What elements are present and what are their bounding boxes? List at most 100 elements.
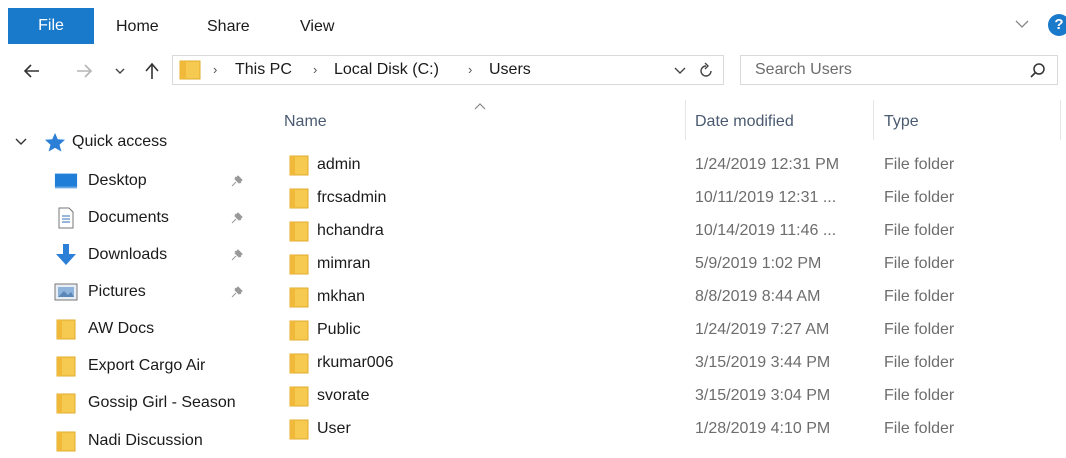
file-name[interactable]: User (317, 412, 351, 445)
file-row[interactable]: hchandra 10/14/2019 11:46 ... File folde… (270, 214, 1066, 247)
file-name[interactable]: mkhan (317, 280, 365, 313)
file-row[interactable]: rkumar006 3/15/2019 3:44 PM File folder (270, 346, 1066, 379)
expand-ribbon-chevron-icon[interactable] (1012, 14, 1032, 34)
help-icon[interactable]: ? (1048, 14, 1066, 36)
file-row[interactable]: mkhan 8/8/2019 8:44 AM File folder (270, 280, 1066, 313)
file-date: 3/15/2019 3:04 PM (695, 387, 831, 404)
column-header-date-modified[interactable]: Date modified (695, 110, 794, 134)
up-arrow-icon[interactable] (140, 59, 164, 83)
breadcrumb-separator-icon[interactable]: › (468, 56, 472, 84)
file-name[interactable]: mimran (317, 247, 370, 280)
column-divider[interactable] (685, 100, 686, 140)
address-dropdown-chevron-icon[interactable] (672, 63, 688, 79)
file-type: File folder (884, 420, 955, 437)
file-date: 8/8/2019 8:44 AM (695, 288, 821, 305)
folder-icon (288, 385, 310, 407)
folder-icon (54, 318, 78, 340)
sidebar-item-desktop[interactable]: Desktop (54, 166, 254, 196)
file-name[interactable]: frcsadmin (317, 181, 386, 214)
tab-share[interactable]: Share (207, 10, 250, 44)
column-header-name[interactable]: Name (284, 110, 327, 134)
file-name[interactable]: svorate (317, 379, 369, 412)
quick-access-label: Quick access (72, 133, 168, 150)
documents-icon (54, 207, 78, 229)
sidebar-item-gossip-girl[interactable]: Gossip Girl - Season (54, 388, 254, 418)
desktop-icon (54, 170, 78, 192)
search-input[interactable]: Search Users (755, 56, 852, 84)
recent-locations-chevron-icon[interactable] (108, 59, 132, 83)
file-type: File folder (884, 288, 955, 305)
folder-icon (288, 220, 310, 242)
file-date: 1/28/2019 4:10 PM (695, 420, 831, 437)
sidebar-item-aw-docs[interactable]: AW Docs (54, 314, 254, 344)
file-date: 1/24/2019 12:31 PM (695, 156, 840, 173)
file-name[interactable]: Public (317, 313, 361, 346)
quick-access-header[interactable]: Quick access (14, 130, 167, 154)
search-icon[interactable] (1029, 62, 1047, 80)
sidebar-item-downloads[interactable]: Downloads (54, 240, 254, 270)
breadcrumb-this-pc[interactable]: This PC (235, 56, 292, 84)
file-type: File folder (884, 354, 955, 371)
breadcrumb-separator-icon[interactable]: › (313, 56, 317, 84)
sidebar-item-label: AW Docs (88, 320, 155, 337)
folder-icon (288, 253, 310, 275)
tab-home[interactable]: Home (116, 10, 159, 44)
breadcrumb-users[interactable]: Users (489, 56, 531, 84)
expand-chevron-icon[interactable] (14, 135, 30, 149)
sidebar-item-label: Gossip Girl - Season (88, 394, 236, 411)
downloads-icon (54, 244, 78, 266)
file-name[interactable]: admin (317, 148, 361, 181)
pin-icon[interactable] (230, 248, 244, 262)
folder-icon (288, 319, 310, 341)
file-name[interactable]: rkumar006 (317, 346, 393, 379)
file-type: File folder (884, 321, 955, 338)
file-date: 10/11/2019 12:31 ... (695, 189, 837, 206)
file-row[interactable]: Public 1/24/2019 7:27 AM File folder (270, 313, 1066, 346)
sidebar-item-pictures[interactable]: Pictures (54, 277, 254, 307)
search-box[interactable]: Search Users (740, 55, 1058, 85)
folder-icon (54, 392, 78, 414)
pin-icon[interactable] (230, 285, 244, 299)
refresh-icon[interactable] (696, 61, 716, 81)
sidebar-item-export-cargo-air[interactable]: Export Cargo Air (54, 351, 254, 381)
star-icon (44, 132, 66, 152)
sidebar-item-label: Nadi Discussion (88, 432, 203, 449)
navigation-pane: Quick access Desktop Documents Downloads… (0, 96, 262, 458)
column-divider[interactable] (1060, 100, 1061, 140)
column-divider[interactable] (873, 100, 874, 140)
sidebar-item-documents[interactable]: Documents (54, 203, 254, 233)
file-date: 3/15/2019 3:44 PM (695, 354, 831, 371)
folder-icon (288, 154, 310, 176)
file-type: File folder (884, 222, 955, 239)
back-arrow-icon[interactable] (20, 59, 44, 83)
sidebar-item-nadi-discussion[interactable]: Nadi Discussion (54, 426, 254, 456)
file-row[interactable]: frcsadmin 10/11/2019 12:31 ... File fold… (270, 181, 1066, 214)
file-date: 1/24/2019 7:27 AM (695, 321, 830, 338)
address-bar[interactable]: › This PC › Local Disk (C:) › Users (172, 55, 724, 85)
file-list: Name Date modified Type admin 1/24/2019 … (270, 96, 1066, 458)
ribbon: File Home Share View ? (0, 0, 1066, 46)
pin-icon[interactable] (230, 174, 244, 188)
tab-view[interactable]: View (300, 10, 334, 44)
file-row[interactable]: User 1/28/2019 4:10 PM File folder (270, 412, 1066, 445)
folder-icon (54, 430, 78, 452)
file-type: File folder (884, 189, 955, 206)
file-date: 5/9/2019 1:02 PM (695, 255, 822, 272)
file-date: 10/14/2019 11:46 ... (695, 222, 837, 239)
file-type: File folder (884, 255, 955, 272)
file-row[interactable]: svorate 3/15/2019 3:04 PM File folder (270, 379, 1066, 412)
file-name[interactable]: hchandra (317, 214, 384, 247)
folder-icon (54, 355, 78, 377)
breadcrumb-separator-icon[interactable]: › (213, 56, 217, 84)
tab-file[interactable]: File (8, 8, 94, 44)
file-row[interactable]: admin 1/24/2019 12:31 PM File folder (270, 148, 1066, 181)
column-header-type[interactable]: Type (884, 110, 919, 134)
file-type: File folder (884, 387, 955, 404)
file-row[interactable]: mimran 5/9/2019 1:02 PM File folder (270, 247, 1066, 280)
breadcrumb-local-disk[interactable]: Local Disk (C:) (334, 56, 439, 84)
pin-icon[interactable] (230, 211, 244, 225)
sidebar-item-label: Documents (88, 209, 169, 226)
sidebar-item-label: Export Cargo Air (88, 357, 206, 374)
pictures-icon (54, 281, 78, 303)
forward-arrow-icon[interactable] (72, 59, 96, 83)
